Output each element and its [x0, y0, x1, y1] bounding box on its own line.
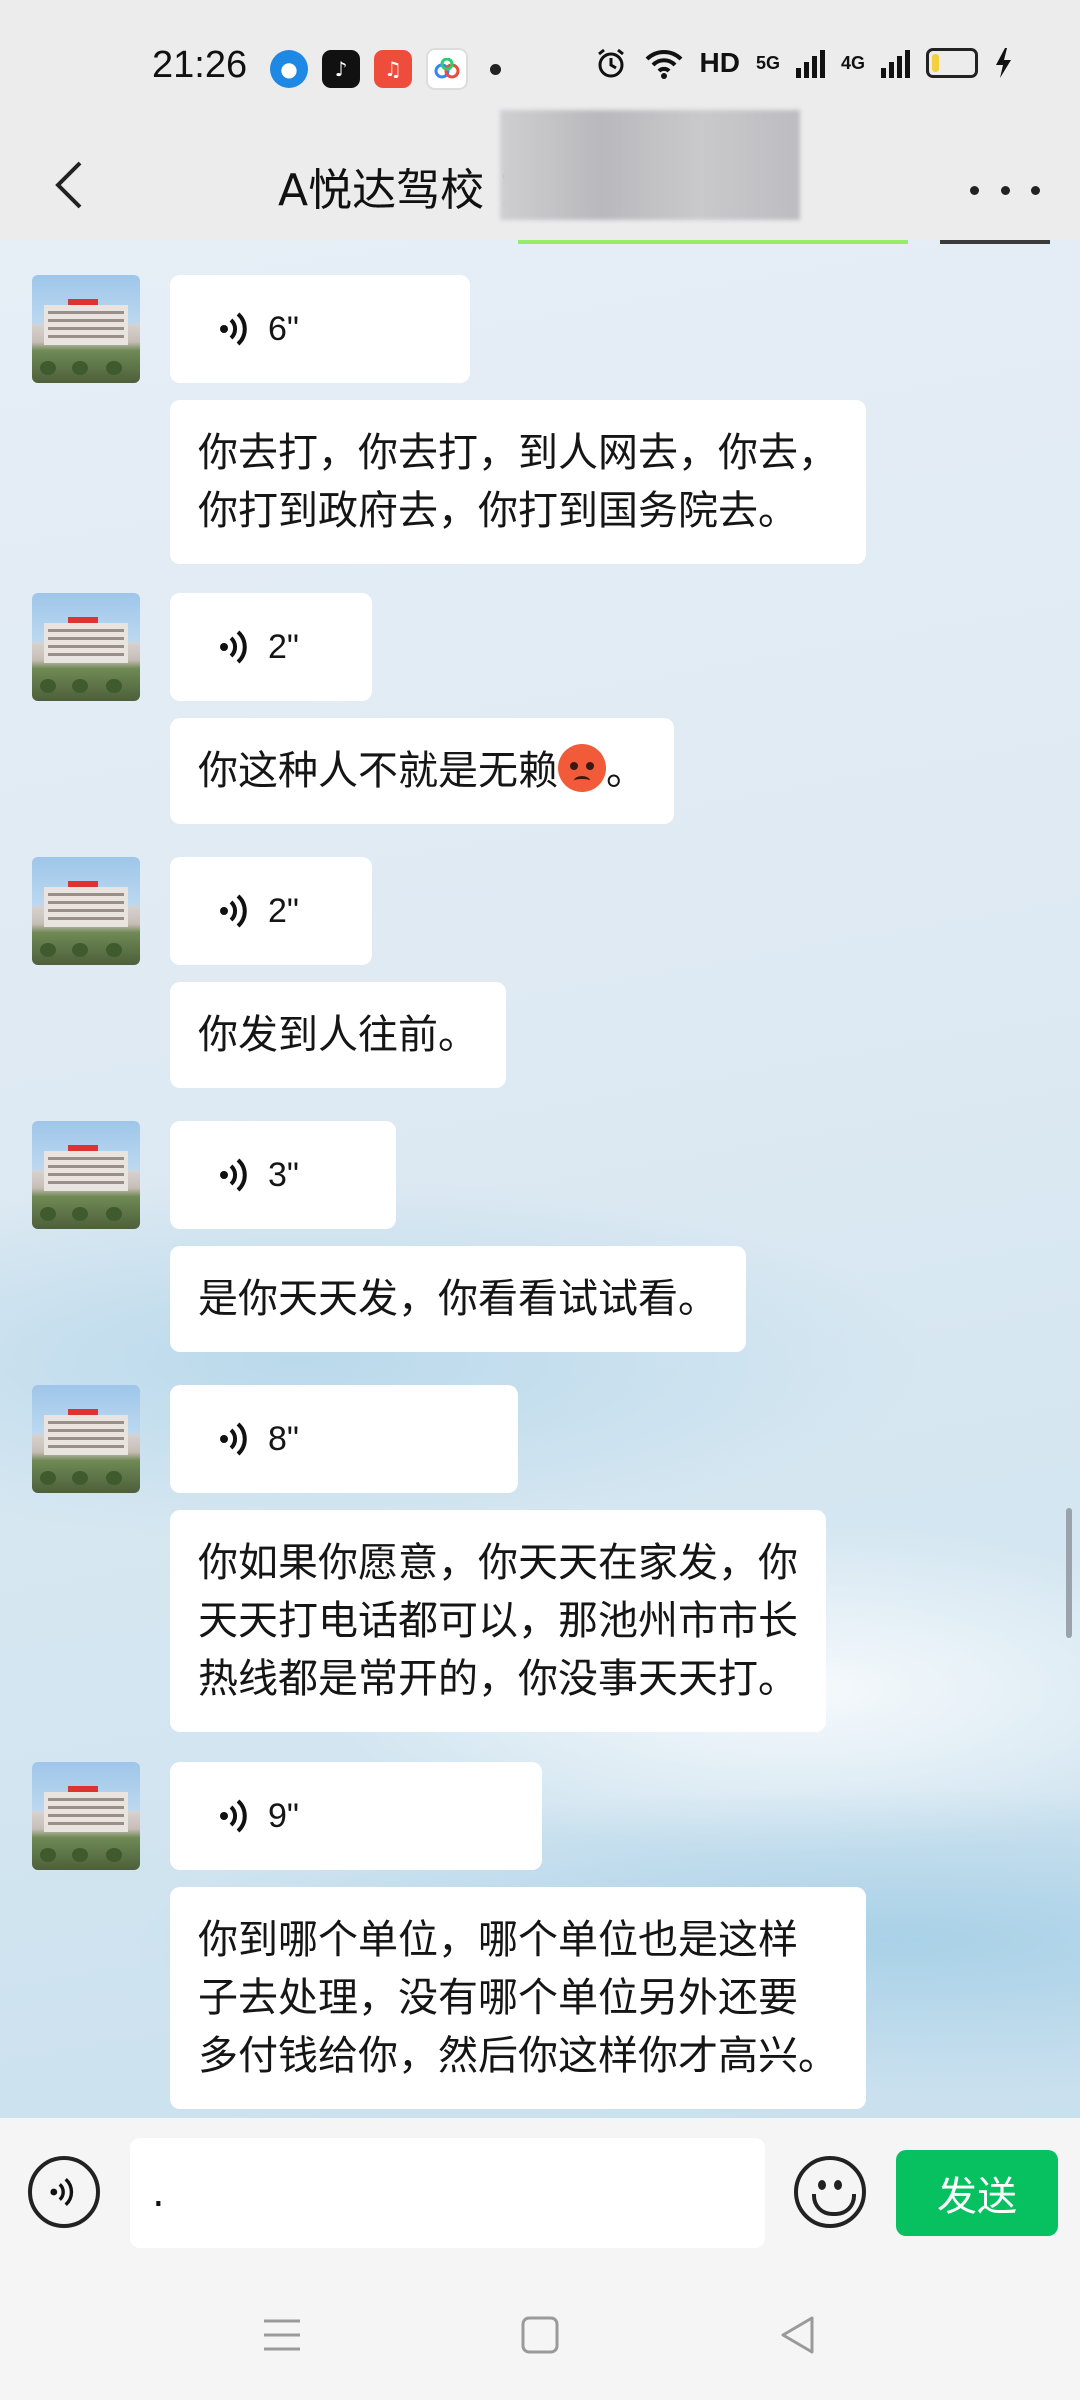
voice-wave-icon: [50, 2177, 74, 2207]
angry-face-emoji: [558, 744, 606, 792]
voice-message[interactable]: 3": [170, 1121, 396, 1229]
avatar[interactable]: [32, 1121, 140, 1229]
voice-duration: 3": [268, 1156, 299, 1194]
voice-message[interactable]: 2": [170, 857, 372, 965]
message-line: 是你天天发，你看看试试看。: [198, 1276, 718, 1322]
voice-wave-icon: [220, 1799, 247, 1833]
wifi-icon: [645, 49, 682, 79]
home-button[interactable]: [510, 2310, 570, 2360]
alarm-icon: [597, 48, 624, 78]
chevron-left-icon: [55, 161, 82, 209]
smiley-icon: [818, 2180, 826, 2190]
voice-message[interactable]: 6": [170, 275, 470, 383]
message-suffix: 。: [606, 748, 646, 794]
message-input[interactable]: [130, 2138, 765, 2248]
back-triangle-icon: [781, 2316, 814, 2354]
message-line: 天天打电话都可以，那池州市市长: [198, 1598, 798, 1644]
charging-icon: [996, 48, 1011, 78]
cloud-app-icon: [426, 48, 468, 90]
text-message[interactable]: 是你天天发，你看看试试看。: [170, 1246, 746, 1352]
chat-title: A悦达驾校 1: [278, 165, 527, 216]
message-line: 你这种人不就是无赖: [198, 748, 558, 794]
voice-duration: 2": [268, 628, 299, 666]
avatar[interactable]: [32, 1762, 140, 1870]
battery-icon: [926, 48, 978, 78]
signal-icon-2: [881, 48, 910, 78]
message-line: 你去打，你去打，到人网去，你去，: [198, 430, 838, 476]
more-options-button[interactable]: [970, 170, 1040, 210]
system-navigation-bar: [0, 2268, 1080, 2400]
message-line: 你发到人往前。: [198, 1012, 478, 1058]
voice-duration: 8": [268, 1420, 299, 1458]
emoji-button[interactable]: [794, 2156, 866, 2228]
more-notifications-dot: [490, 63, 501, 75]
send-button[interactable]: 发送: [896, 2150, 1058, 2236]
text-message[interactable]: 你这种人不就是无赖 。: [170, 718, 674, 824]
voice-wave-icon: [220, 1422, 247, 1456]
app-circle-icon: ●: [270, 50, 308, 88]
voice-input-button[interactable]: [28, 2156, 100, 2228]
text-message[interactable]: 你如果你愿意，你天天在家发，你 天天打电话都可以，那池州市市长 热线都是常开的，…: [170, 1510, 826, 1732]
voice-duration: 2": [268, 892, 299, 930]
scrollbar-thumb[interactable]: [1066, 1508, 1072, 1638]
message-line: 多付钱给你，然后你这样你才高兴。: [198, 2033, 838, 2079]
redacted-block: [500, 110, 800, 220]
message-line: 你如果你愿意，你天天在家发，你: [198, 1540, 798, 1586]
menu-button[interactable]: [252, 2310, 312, 2360]
message-list[interactable]: 6" 你去打，你去打，到人网去，你去， 你打到政府去，你打到国务院去。 2" 你…: [0, 240, 1080, 2118]
voice-wave-icon: [220, 630, 247, 664]
net-5g-label: 5G: [755, 52, 780, 73]
text-message[interactable]: 你去打，你去打，到人网去，你去， 你打到政府去，你打到国务院去。: [170, 400, 866, 564]
voice-message[interactable]: 2": [170, 593, 372, 701]
message-line: 子去处理，没有哪个单位另外还要: [198, 1975, 798, 2021]
voice-message[interactable]: 8": [170, 1385, 518, 1493]
tiktok-icon: ♪: [322, 50, 360, 88]
voice-wave-icon: [220, 1158, 247, 1192]
home-square-icon: [521, 2316, 559, 2354]
text-message[interactable]: 你发到人往前。: [170, 982, 506, 1088]
hd-label: HD: [699, 47, 740, 78]
system-indicators: HD 5G 4G: [594, 46, 1012, 80]
back-button[interactable]: [34, 150, 104, 220]
avatar[interactable]: [32, 593, 140, 701]
battery-level: [932, 54, 939, 72]
voice-duration: 9": [268, 1797, 299, 1835]
net-4g-label: 4G: [840, 52, 865, 73]
input-bar: 发送: [0, 2118, 1080, 2268]
message-line: 热线都是常开的，你没事天天打。: [198, 1656, 798, 1702]
avatar[interactable]: [32, 857, 140, 965]
text-message[interactable]: 你到哪个单位，哪个单位也是这样 子去处理，没有哪个单位另外还要 多付钱给你，然后…: [170, 1887, 866, 2109]
voice-message[interactable]: 9": [170, 1762, 542, 1870]
message-line: 你到哪个单位，哪个单位也是这样: [198, 1917, 798, 1963]
menu-icon: [264, 2319, 300, 2351]
system-back-button[interactable]: [768, 2310, 828, 2360]
voice-wave-icon: [220, 894, 247, 928]
status-time: 21:26: [152, 44, 248, 86]
avatar[interactable]: [32, 275, 140, 383]
chat-header: A悦达驾校 1: [0, 110, 1080, 240]
message-line: 你打到政府去，你打到国务院去。: [198, 488, 798, 534]
music-icon: ♫: [374, 50, 412, 88]
voice-duration: 6": [268, 310, 299, 348]
notification-icons: ● ♪ ♫: [270, 48, 501, 90]
avatar[interactable]: [32, 1385, 140, 1493]
more-dots-icon: [970, 185, 979, 195]
voice-wave-icon: [220, 312, 247, 346]
signal-icon: [795, 48, 825, 78]
